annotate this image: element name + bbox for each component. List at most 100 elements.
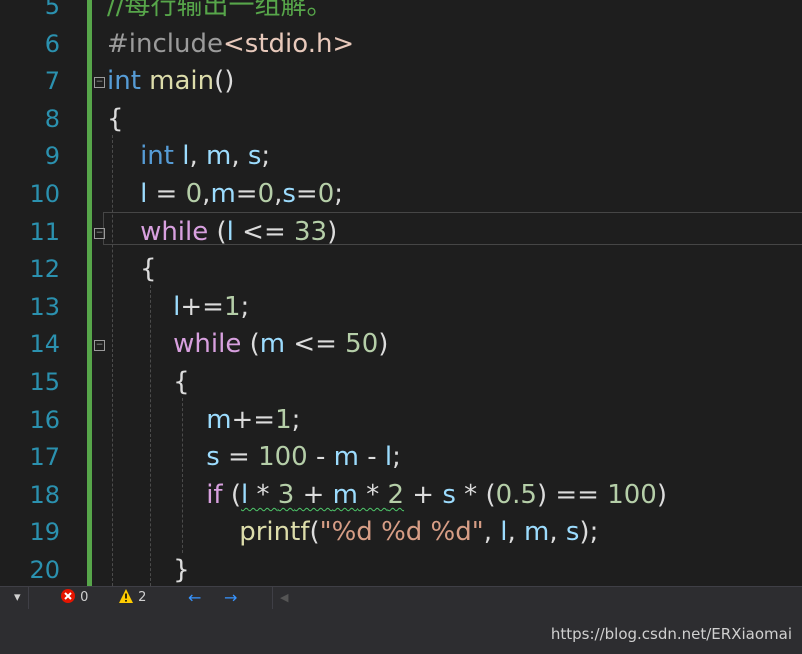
code-token: = bbox=[219, 442, 259, 473]
divider bbox=[28, 587, 29, 609]
code-token: 100 bbox=[607, 479, 657, 510]
error-indicator[interactable]: 0 bbox=[60, 587, 88, 609]
code-token: m bbox=[259, 329, 286, 360]
line-number: 13 bbox=[29, 292, 60, 321]
code-line-6[interactable]: 6 #include<stdio.h> bbox=[0, 26, 802, 64]
code-token: , bbox=[189, 141, 206, 172]
code-token: 3 bbox=[277, 479, 295, 510]
error-icon bbox=[61, 589, 75, 603]
scroll-left-icon[interactable]: ◀ bbox=[280, 587, 288, 609]
code-text: l = 0,m=0,s=0; bbox=[107, 176, 343, 214]
code-token: int bbox=[107, 66, 141, 97]
code-token: l bbox=[226, 216, 234, 247]
code-line-17[interactable]: 17 s = 100 - m - l; bbox=[0, 439, 802, 477]
code-token: , bbox=[549, 517, 566, 548]
warning-indicator[interactable]: 2 bbox=[118, 587, 146, 609]
code-line-16[interactable]: 16 m+=1; bbox=[0, 402, 802, 440]
code-token: 1 bbox=[275, 404, 292, 435]
code-token: ) bbox=[656, 479, 668, 510]
code-token: ( bbox=[208, 216, 227, 247]
code-token: + bbox=[294, 479, 333, 510]
previous-issue-arrow-icon[interactable]: ← bbox=[188, 587, 201, 609]
line-number: 12 bbox=[29, 255, 60, 284]
line-number: 18 bbox=[29, 480, 60, 509]
code-token: s bbox=[282, 179, 296, 209]
code-line-7[interactable]: 7 − int main() bbox=[0, 63, 802, 101]
code-token: 2 bbox=[387, 479, 405, 510]
code-token: 0 bbox=[317, 179, 335, 209]
code-line-15[interactable]: 15 { bbox=[0, 364, 802, 402]
code-token: () bbox=[214, 66, 235, 97]
code-token: ; bbox=[392, 442, 401, 473]
code-text: { bbox=[107, 251, 157, 289]
code-line-12[interactable]: 12 { bbox=[0, 251, 802, 289]
fold-collapse-icon[interactable]: − bbox=[94, 77, 105, 89]
code-token: 0 bbox=[257, 179, 275, 209]
code-token: 33 bbox=[294, 216, 328, 247]
code-token: 100 bbox=[258, 442, 308, 473]
code-token: "%d %d %d" bbox=[319, 517, 484, 548]
code-token: ; bbox=[291, 404, 301, 435]
code-line-5[interactable]: 5 //每行输出一组解。 bbox=[0, 0, 802, 26]
fold-collapse-icon[interactable]: − bbox=[94, 340, 105, 352]
code-token: 1 bbox=[223, 291, 241, 322]
line-number: 11 bbox=[29, 217, 60, 246]
code-token: , bbox=[231, 141, 248, 172]
code-line-8[interactable]: 8{ bbox=[0, 101, 802, 139]
code-token: while bbox=[140, 216, 209, 247]
divider bbox=[272, 587, 273, 609]
line-number: 17 bbox=[29, 443, 60, 472]
line-number: 6 bbox=[44, 29, 60, 58]
next-issue-arrow-icon[interactable]: → bbox=[224, 587, 237, 609]
code-token: m bbox=[210, 179, 236, 209]
code-token: ; bbox=[334, 179, 344, 209]
code-line-11[interactable]: 11 − while (l <= 33) bbox=[0, 214, 802, 252]
code-token: + bbox=[404, 479, 443, 510]
code-line-10[interactable]: 10 l = 0,m=0,s=0; bbox=[0, 176, 802, 214]
code-token: = bbox=[295, 179, 318, 209]
code-line-9[interactable]: 9 int l, m, s; bbox=[0, 138, 802, 176]
watermark-url: https://blog.csdn.net/ERXiaomai bbox=[550, 625, 792, 643]
code-token: m bbox=[333, 442, 359, 473]
code-token: ( bbox=[222, 479, 241, 510]
code-token: ( bbox=[241, 329, 260, 360]
code-token: <= bbox=[233, 216, 295, 247]
line-number: 19 bbox=[29, 518, 60, 547]
code-text: printf("%d %d %d", l, m, s); bbox=[107, 514, 598, 552]
dropdown-arrow-icon[interactable]: ▾ bbox=[14, 587, 21, 609]
code-token: - bbox=[307, 442, 334, 473]
code-line-13[interactable]: 13 l+=1; bbox=[0, 289, 802, 327]
code-line-14[interactable]: 14 − while (m <= 50) bbox=[0, 326, 802, 364]
code-line-18[interactable]: 18 if (l * 3 + m * 2 + s * (0.5) == 100) bbox=[0, 477, 802, 515]
code-text: if (l * 3 + m * 2 + s * (0.5) == 100) bbox=[107, 477, 667, 515]
code-editor[interactable]: 5 //每行输出一组解。 6 #include<stdio.h> 7− int main(… bbox=[0, 0, 802, 586]
code-text: #include<stdio.h> bbox=[107, 26, 354, 64]
line-number: 5 bbox=[44, 0, 60, 20]
code-token: //每行输出一组解。 bbox=[107, 0, 333, 21]
code-token: { bbox=[107, 103, 124, 134]
code-line-19[interactable]: 19 printf("%d %d %d", l, m, s); bbox=[0, 514, 802, 552]
code-text: //每行输出一组解。 bbox=[107, 0, 333, 26]
code-text: while (m <= 50) bbox=[107, 326, 388, 364]
code-token: 0 bbox=[185, 179, 203, 209]
fold-collapse-icon[interactable]: − bbox=[94, 227, 105, 239]
error-count: 0 bbox=[80, 590, 89, 605]
code-token: { bbox=[107, 367, 190, 397]
code-token: * bbox=[248, 479, 278, 510]
code-token: while bbox=[173, 329, 242, 360]
code-token: <= bbox=[285, 329, 346, 360]
error-status-bar: ▾ 0 2 ← → ◀ bbox=[0, 586, 802, 609]
code-token: ); bbox=[579, 517, 599, 548]
code-text: int main() bbox=[107, 63, 234, 101]
code-token: m bbox=[206, 404, 232, 435]
code-token: 50 bbox=[345, 329, 379, 360]
code-line-20[interactable]: 20 } bbox=[0, 552, 802, 586]
code-text: while (l <= 33) bbox=[107, 214, 337, 252]
